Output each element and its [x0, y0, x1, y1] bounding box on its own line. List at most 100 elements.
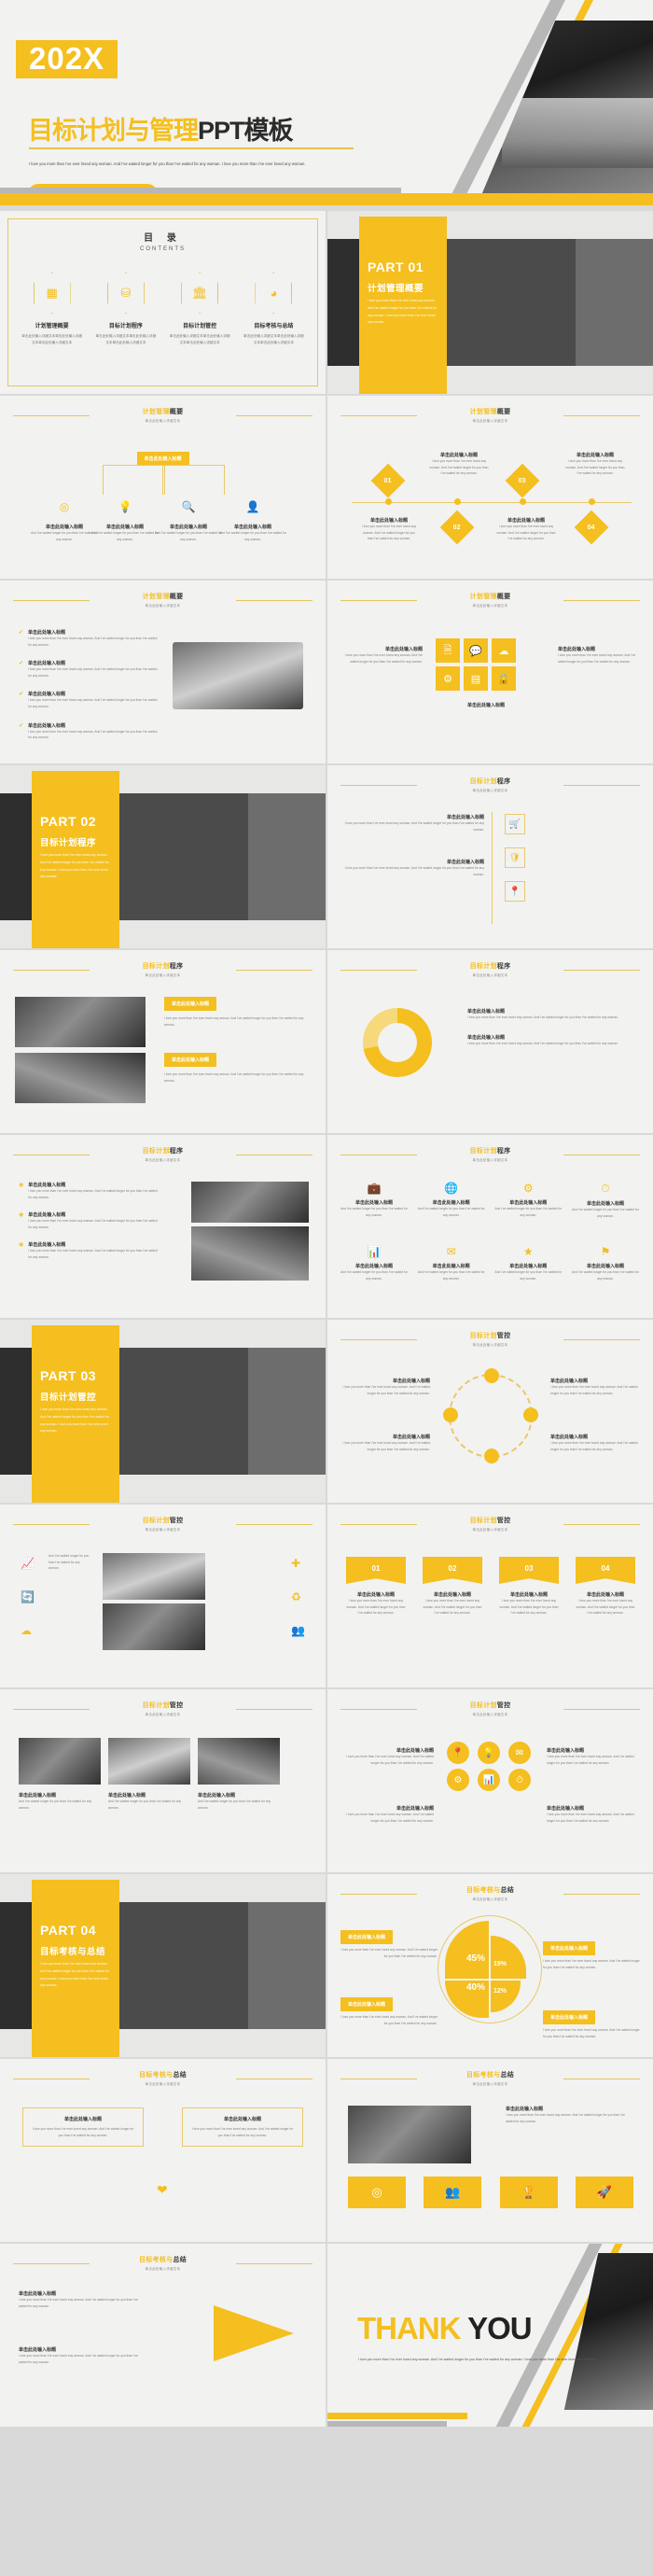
- flow-item[interactable]: 👤 单击此处输入标题 And I've waited longer for yo…: [216, 497, 289, 542]
- timeline-marker[interactable]: 03: [505, 463, 540, 498]
- tree-icon-wrap[interactable]: 📍: [505, 881, 525, 902]
- grid-item[interactable]: ⚑ 单击此处输入标题 And I've waited longer for yo…: [572, 1245, 639, 1281]
- list-item[interactable]: ◉ 单击此处输入标题 I love you more than I've eve…: [19, 1211, 159, 1230]
- people-icon[interactable]: 👥: [424, 2177, 482, 2208]
- target-icon[interactable]: ◎: [348, 2177, 406, 2208]
- caption-title: 单击此处输入标题: [198, 1793, 236, 1799]
- node-title: 单击此处输入标题: [547, 1806, 585, 1812]
- gear-icon[interactable]: ⚙: [436, 666, 460, 691]
- cover-title-en: PPT模板: [198, 117, 294, 145]
- doc-icon[interactable]: 🗎: [436, 638, 460, 663]
- timeline-marker[interactable]: 02: [439, 510, 475, 545]
- flow-item[interactable]: 💡 单击此处输入标题 And I've waited longer for yo…: [89, 497, 161, 542]
- card-title: 单击此处输入标题: [63, 2117, 102, 2122]
- flag-icon: ⚑: [600, 1245, 611, 1258]
- cycle-node[interactable]: [484, 1368, 499, 1383]
- lock-icon[interactable]: 🔒: [492, 666, 516, 691]
- legend-item[interactable]: 单击此处输入标题 I love you more than I've ever …: [467, 1034, 626, 1047]
- grid-item[interactable]: ⚙ 单击此处输入标题 And I've waited longer for yo…: [494, 1182, 562, 1219]
- flow-item[interactable]: 🔍 单击此处输入标题 And I've waited longer for yo…: [152, 497, 225, 542]
- list-item-title: 单击此处输入标题: [28, 692, 66, 698]
- chart-icon[interactable]: ▤: [464, 666, 488, 691]
- header-accent: 目标考核与: [138, 2072, 174, 2079]
- rocket-icon[interactable]: 🚀: [575, 2177, 633, 2208]
- info-card[interactable]: 单击此处输入标题 I love you more than I've ever …: [22, 2107, 144, 2148]
- plus-icon[interactable]: ✚: [291, 1557, 305, 1570]
- chat-icon[interactable]: 💬: [464, 638, 488, 663]
- pie-legend-item: 单击此处输入标题 I love you more than I've ever …: [340, 1926, 438, 1959]
- legend-badge[interactable]: 单击此处输入标题: [543, 2010, 596, 2024]
- cycle-node[interactable]: [484, 1449, 499, 1463]
- slide-header: 目标考核与总结 单击此处输入详细文本: [0, 2255, 326, 2271]
- caption-badge[interactable]: 单击此处输入标题: [164, 1053, 217, 1067]
- grid-item[interactable]: ✉ 单击此处输入标题 And I've waited longer for yo…: [418, 1245, 485, 1281]
- cycle-node[interactable]: [443, 1407, 458, 1422]
- list-item[interactable]: ✔ 单击此处输入标题 I love you more than I've eve…: [19, 629, 159, 648]
- chart-bar-icon[interactable]: 📈: [21, 1557, 35, 1570]
- pie-legend-item: 单击此处输入标题 I love you more than I've ever …: [543, 2007, 640, 2039]
- legend-badge[interactable]: 单击此处输入标题: [543, 1941, 596, 1955]
- legend-badge[interactable]: 单击此处输入标题: [340, 1930, 394, 1944]
- ribbon-item[interactable]: 03 单击此处输入标题 I love you more than I've ev…: [499, 1557, 559, 1617]
- grid-item-title: 单击此处输入标题: [354, 1264, 393, 1269]
- list-item[interactable]: ✔ 单击此处输入标题 I love you more than I've eve…: [19, 691, 159, 709]
- note-title: 单击此处输入标题: [558, 647, 596, 652]
- list-item[interactable]: ✔ 单击此处输入标题 I love you more than I've eve…: [19, 722, 159, 741]
- note-title: 单击此处输入标题: [384, 647, 423, 652]
- slide-flow: 计划管理概要 单击此处输入详细文本 单击此处输入标题 ◎ 单击此处输入标题 An…: [0, 396, 326, 579]
- ribbon-number: 03: [499, 1557, 559, 1584]
- timeline-marker[interactable]: 04: [574, 510, 609, 545]
- tri-desc: I love you more than I've ever loved any…: [19, 2298, 138, 2308]
- mail-icon[interactable]: ✉: [508, 1742, 531, 1764]
- pie-legend-item: 单击此处输入标题 I love you more than I've ever …: [340, 1994, 438, 2026]
- grid-item[interactable]: 💼 单击此处输入标题 And I've waited longer for yo…: [340, 1182, 408, 1219]
- info-card[interactable]: 单击此处输入标题 I love you more than I've ever …: [182, 2107, 303, 2148]
- gear-icon[interactable]: ⚙: [447, 1769, 469, 1791]
- bulb-icon[interactable]: 💡: [478, 1742, 500, 1764]
- ribbon-item[interactable]: 01 单击此处输入标题 I love you more than I've ev…: [346, 1557, 406, 1617]
- tree-icon-wrap[interactable]: 🛒: [505, 814, 525, 834]
- slide-part-04: PART 04 目标考核与总结 I love you more than I'v…: [0, 1874, 326, 2057]
- cloud-icon[interactable]: ☁: [21, 1624, 35, 1637]
- slide-header: 目标计划管控 单击此处输入详细文本: [327, 1331, 653, 1347]
- grid-item[interactable]: ★ 单击此处输入标题 And I've waited longer for yo…: [494, 1245, 562, 1281]
- flow-root-label[interactable]: 单击此处输入标题: [136, 452, 189, 466]
- slide-header: 目标计划管控 单击此处输入详细文本: [327, 1516, 653, 1532]
- thank-you-paragraph: I love you more than I've ever loved any…: [358, 2358, 596, 2361]
- timeline-desc: I love you more than I've ever loved any…: [429, 459, 489, 476]
- grid-item[interactable]: 🌐 单击此处输入标题 And I've waited longer for yo…: [418, 1182, 485, 1219]
- check-icon: ✔: [19, 722, 24, 729]
- pin-icon[interactable]: 📍: [447, 1742, 469, 1764]
- header-accent: 目标计划: [142, 963, 170, 970]
- legend-badge[interactable]: 单击此处输入标题: [340, 1997, 394, 2011]
- trophy-icon[interactable]: 🏆: [499, 2177, 558, 2208]
- header-dark: 程序: [169, 963, 184, 970]
- cycle-ring: [449, 1374, 533, 1458]
- header-sub: 单击此处输入详细文本: [145, 2082, 181, 2086]
- legend-desc: I love you more than I've ever loved any…: [340, 1948, 438, 1958]
- ribbon-item[interactable]: 04 单击此处输入标题 I love you more than I've ev…: [576, 1557, 635, 1617]
- legend-item[interactable]: 单击此处输入标题 I love you more than I've ever …: [467, 1008, 626, 1021]
- people-icon[interactable]: 👥: [291, 1624, 305, 1637]
- grid-item[interactable]: 📊 单击此处输入标题 And I've waited longer for yo…: [340, 1245, 408, 1281]
- grid-item[interactable]: ⏱ 单击此处输入标题 And I've waited longer for yo…: [572, 1182, 639, 1219]
- recycle-icon[interactable]: ♻: [291, 1590, 305, 1603]
- ribbon-title: 单击此处输入标题: [509, 1592, 548, 1598]
- list-item[interactable]: ✔ 单击此处输入标题 I love you more than I've eve…: [19, 660, 159, 679]
- cycle-title: 单击此处输入标题: [550, 1379, 589, 1384]
- slide-header: 计划管理概要 单击此处输入详细文本: [327, 407, 653, 423]
- list-item[interactable]: ◉ 单击此处输入标题 I love you more than I've eve…: [19, 1241, 159, 1260]
- ribbon-item[interactable]: 02 单击此处输入标题 I love you more than I've ev…: [423, 1557, 482, 1617]
- caption-badge[interactable]: 单击此处输入标题: [164, 997, 217, 1011]
- refresh-icon[interactable]: 🔄: [21, 1590, 35, 1603]
- cycle-node[interactable]: [523, 1407, 538, 1422]
- slide-header: 目标计划管控 单击此处输入详细文本: [0, 1701, 326, 1716]
- timeline-marker[interactable]: 01: [370, 463, 406, 498]
- tree-icon-wrap[interactable]: 🛡: [505, 847, 525, 868]
- bullet-icon: ◉: [19, 1183, 24, 1188]
- cloud-icon[interactable]: ☁: [492, 638, 516, 663]
- header-sub: 单击此处输入详细文本: [145, 973, 181, 977]
- clock-icon[interactable]: ⏱: [508, 1769, 531, 1791]
- list-item[interactable]: ◉ 单击此处输入标题 I love you more than I've eve…: [19, 1182, 159, 1200]
- chart-icon[interactable]: 📊: [478, 1769, 500, 1791]
